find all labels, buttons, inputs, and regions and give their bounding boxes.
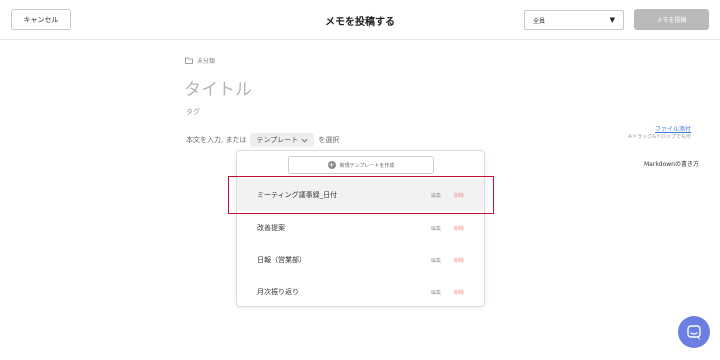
visibility-select-value: 全員 (533, 17, 546, 25)
body-prompt[interactable]: 本文を入力, または テンプレート を選択 (186, 133, 339, 147)
chat-button[interactable] (678, 316, 710, 348)
template-item[interactable]: 日報（営業部） 編集 削除 (237, 244, 484, 276)
highlight-annotation (228, 176, 494, 214)
template-delete-link[interactable]: 削除 (454, 225, 464, 232)
new-template-label: 新規テンプレートを作成 (339, 162, 395, 169)
file-attach-link[interactable]: ファイル添付 (655, 124, 691, 133)
markdown-help-link[interactable]: Markdownの書き方 (644, 159, 699, 168)
post-memo-button[interactable]: メモを投稿 (634, 9, 709, 30)
title-input[interactable]: タイトル (184, 75, 252, 100)
chat-icon (687, 325, 701, 340)
template-item-name: 日報（営業部） (257, 256, 306, 264)
template-item[interactable]: 月次振り返り 編集 削除 (237, 276, 484, 308)
template-edit-link[interactable]: 編集 (431, 257, 441, 264)
caret-down-icon: ▼ (609, 16, 615, 24)
folder-icon (185, 57, 193, 64)
template-item-name: 月次振り返り (257, 288, 299, 296)
folder-selector[interactable]: 未分類 (185, 56, 215, 65)
visibility-select[interactable]: 全員 ▼ (524, 10, 624, 30)
template-dropdown: + 新規テンプレートを作成 ミーティング議事録_日付 編集 削除 改善提案 編集… (236, 150, 485, 307)
tags-input[interactable]: タグ (186, 107, 200, 117)
template-chip-label: テンプレート (256, 136, 299, 144)
template-select-button[interactable]: テンプレート (250, 133, 315, 147)
template-edit-link[interactable]: 編集 (431, 289, 441, 296)
cancel-button[interactable]: キャンセル (11, 9, 71, 30)
body-prompt-suffix: を選択 (318, 136, 340, 144)
body-prompt-text: 本文を入力, または (186, 136, 247, 144)
folder-label: 未分類 (197, 58, 216, 65)
plus-icon: + (327, 161, 336, 169)
template-delete-link[interactable]: 削除 (454, 289, 464, 296)
chevron-down-icon (301, 138, 308, 142)
template-item-name: 改善提案 (257, 224, 285, 232)
template-delete-link[interactable]: 削除 (454, 257, 464, 264)
new-template-button[interactable]: + 新規テンプレートを作成 (288, 156, 434, 174)
top-bar: キャンセル メモを投稿する 全員 ▼ メモを投稿 (0, 0, 720, 40)
template-edit-link[interactable]: 編集 (431, 225, 441, 232)
template-item[interactable]: 改善提案 編集 削除 (237, 212, 484, 244)
file-attach-hint: ※ドラッグ&ドロップでも可 (627, 134, 691, 140)
